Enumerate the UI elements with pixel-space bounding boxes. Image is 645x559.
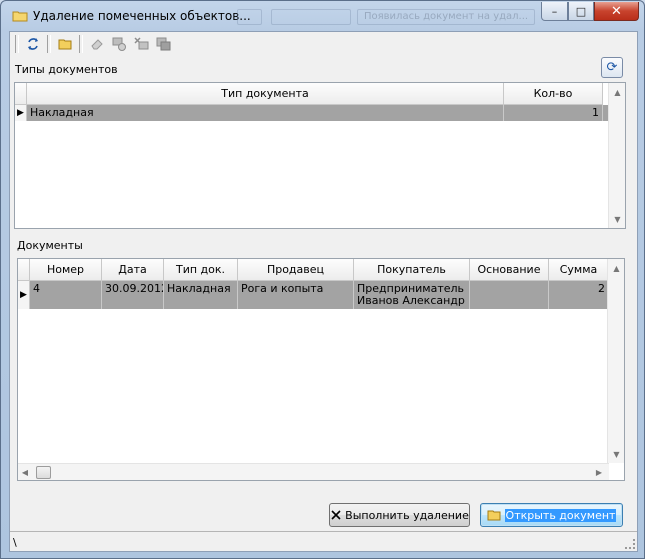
column-header-basis[interactable]: Основание	[470, 259, 549, 281]
refresh-icon: ⟳	[606, 60, 618, 75]
scroll-down-icon[interactable]: ▼	[608, 446, 624, 462]
scroll-up-icon[interactable]: ▲	[609, 84, 625, 100]
types-section-label: Типы документов	[15, 63, 118, 76]
toolbar	[12, 33, 174, 55]
row-pointer-icon: ▶	[15, 105, 27, 121]
docs-horizontal-scrollbar[interactable]: ◀ ▶	[18, 463, 609, 480]
toolbar-separator	[79, 35, 83, 53]
row-indicator-header	[18, 259, 30, 281]
status-text: \	[13, 536, 17, 549]
refresh-icon[interactable]	[22, 34, 44, 54]
execute-delete-button[interactable]: Выполнить удаление	[329, 503, 470, 527]
resize-grip-icon[interactable]	[625, 539, 635, 549]
open-document-label: Открыть документ	[504, 508, 617, 522]
app-window: Удаление помеченных объектов... Появилас…	[0, 0, 645, 559]
delete-icon[interactable]	[130, 34, 152, 54]
column-header-sum[interactable]: Сумма	[549, 259, 609, 281]
close-x-icon	[331, 510, 341, 520]
title-bar[interactable]: Удаление помеченных объектов... Появилас…	[1, 1, 644, 31]
toolbar-grip	[15, 35, 19, 53]
folder-icon	[12, 11, 28, 22]
scroll-down-icon[interactable]: ▼	[609, 211, 625, 227]
horizontal-scroll-thumb[interactable]	[36, 466, 51, 479]
column-header-date[interactable]: Дата	[102, 259, 164, 281]
delete-marked-icon[interactable]	[108, 34, 130, 54]
open-folder-icon[interactable]	[54, 34, 76, 54]
toolbar-separator	[47, 35, 51, 53]
cell-basis	[470, 281, 549, 309]
close-icon: ✕	[611, 3, 622, 19]
row-indicator-header	[15, 83, 27, 105]
scroll-up-icon[interactable]: ▲	[608, 260, 624, 276]
column-header-buyer[interactable]: Покупатель	[354, 259, 470, 281]
table-row[interactable]: ▶ 4 30.09.2012 Накладная Рога и копыта П…	[18, 281, 609, 309]
cell-seller: Рога и копыта	[238, 281, 354, 309]
close-button[interactable]: ✕	[594, 2, 639, 21]
types-vertical-scrollbar[interactable]: ▲ ▼	[608, 83, 625, 228]
copy-icon[interactable]	[152, 34, 174, 54]
column-header-count[interactable]: Кол-во	[504, 83, 603, 105]
open-folder-icon	[487, 510, 501, 521]
types-grid[interactable]: Тип документа Кол-во ▶ Накладная 1 ▲ ▼	[14, 82, 626, 229]
cell-sum: 2	[549, 281, 609, 309]
table-row[interactable]: ▶ Накладная 1	[15, 105, 608, 121]
column-header-doc-type[interactable]: Тип док.	[164, 259, 238, 281]
maximize-button[interactable]: □	[568, 2, 594, 21]
background-tab	[237, 9, 262, 25]
maximize-icon: □	[575, 4, 587, 18]
scroll-right-icon[interactable]: ▶	[592, 464, 606, 480]
cell-doc-type: Накладная	[164, 281, 238, 309]
column-header-number[interactable]: Номер	[30, 259, 102, 281]
background-tab	[271, 9, 351, 25]
minimize-button[interactable]: –	[541, 2, 568, 21]
open-document-button[interactable]: Открыть документ	[480, 503, 623, 527]
documents-grid[interactable]: Номер Дата Тип док. Продавец Покупатель …	[17, 258, 625, 481]
docs-vertical-scrollbar[interactable]: ▲ ▼	[607, 259, 624, 463]
eraser-icon[interactable]	[86, 34, 108, 54]
cell-number: 4	[30, 281, 102, 309]
types-refresh-button[interactable]: ⟳	[601, 57, 623, 78]
column-header-type[interactable]: Тип документа	[27, 83, 504, 105]
execute-delete-label: Выполнить удаление	[345, 508, 469, 522]
row-pointer-icon: ▶	[18, 281, 30, 309]
cell-buyer: Предприниматель Иванов Александр	[354, 281, 470, 309]
docs-section-label: Документы	[17, 239, 83, 252]
window-title: Удаление помеченных объектов...	[33, 9, 251, 23]
cell-date: 30.09.2012	[102, 281, 164, 309]
cell-count: 1	[504, 105, 603, 121]
scroll-left-icon[interactable]: ◀	[18, 464, 32, 480]
status-bar: \	[10, 531, 637, 551]
minimize-icon: –	[551, 4, 558, 18]
client-area: Типы документов ⟳ Тип документа Кол-во ▶…	[9, 31, 638, 552]
background-tab: Появилась документ на удал...	[357, 9, 535, 25]
column-header-seller[interactable]: Продавец	[238, 259, 354, 281]
cell-type: Накладная	[27, 105, 504, 121]
